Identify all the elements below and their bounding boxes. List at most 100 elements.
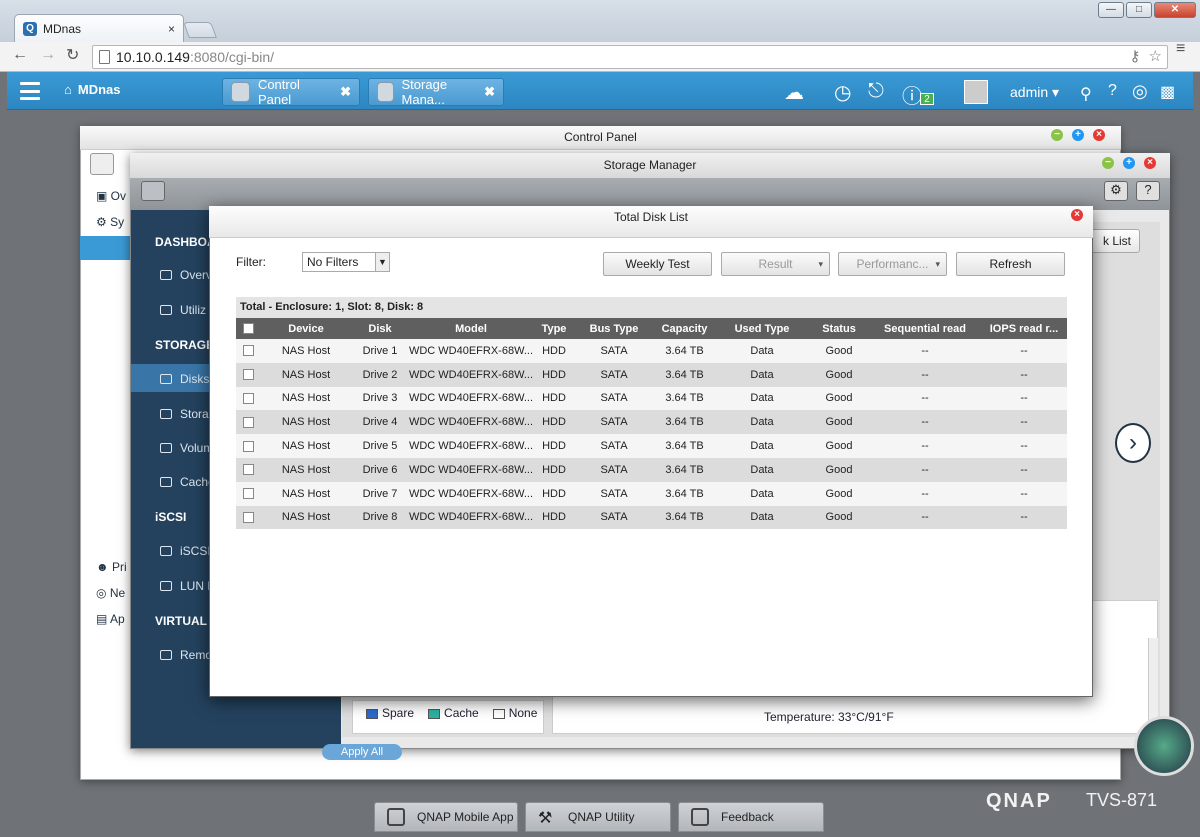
col-status[interactable]: Status — [809, 318, 869, 339]
table-cell: WDC WD40EFRX-68W... — [408, 362, 534, 387]
result-button[interactable]: Result ▾ — [721, 252, 830, 276]
back-icon[interactable]: ← — [12, 46, 28, 64]
performance-button[interactable]: Performanc... ▾ — [838, 252, 947, 276]
cloud-icon[interactable]: ☁ — [784, 80, 804, 105]
col-capacity[interactable]: Capacity — [654, 318, 715, 339]
row-checkbox[interactable] — [236, 339, 260, 363]
bookmark-star-icon[interactable]: ☆ — [1149, 47, 1162, 65]
weekly-test-button[interactable]: Weekly Test — [603, 252, 712, 276]
dialog-close-icon[interactable]: × — [1071, 209, 1083, 221]
cp-item-privilege[interactable]: ☻ Pri — [96, 560, 127, 574]
table-cell: -- — [869, 386, 981, 411]
col-device[interactable]: Device — [260, 318, 352, 339]
close-icon[interactable]: × — [1144, 157, 1156, 169]
dock-feedback[interactable]: Feedback — [678, 802, 824, 832]
avatar[interactable] — [964, 80, 988, 104]
table-row[interactable]: NAS Host Drive 5 WDC WD40EFRX-68W... HDD SAT… — [236, 434, 1067, 458]
key-icon[interactable]: ⚷ — [1130, 47, 1141, 65]
table-cell: SATA — [574, 410, 654, 435]
maximize-button[interactable]: □ — [1126, 2, 1152, 18]
sm-item-cache[interactable]: Cache — [160, 475, 215, 489]
tab-close-icon[interactable]: ✖ — [340, 84, 351, 100]
help-icon[interactable]: ? — [1136, 181, 1160, 201]
background-task-icon[interactable]: ◷ — [834, 80, 851, 105]
apply-all-button[interactable]: Apply All — [322, 744, 402, 760]
sm-item-volumes[interactable]: Volum — [160, 441, 213, 455]
table-row[interactable]: NAS Host Drive 4 WDC WD40EFRX-68W... HDD SAT… — [236, 410, 1067, 435]
close-window-button[interactable]: ✕ — [1154, 2, 1196, 18]
help-icon[interactable]: ? — [1108, 82, 1117, 100]
tab-storage-manager[interactable]: Storage Mana... ✖ — [368, 77, 504, 107]
filter-select[interactable]: No Filters ▼ — [302, 252, 390, 272]
chevron-down-icon: ▾ — [935, 259, 940, 269]
language-icon[interactable]: ◎ — [1132, 81, 1148, 102]
dock-qnap-utility[interactable]: ⚒ QNAP Utility — [525, 802, 671, 832]
refresh-button[interactable]: Refresh — [956, 252, 1065, 276]
sm-item-utilization[interactable]: Utiliz — [160, 303, 206, 317]
total-disk-list-button[interactable]: k List — [1085, 229, 1140, 253]
reload-icon[interactable]: ↻ — [66, 45, 79, 65]
user-menu[interactable]: admin ▾ — [1010, 84, 1059, 101]
external-device-icon[interactable]: ⎋ — [868, 80, 884, 103]
tab-close-icon[interactable]: ✖ — [484, 84, 495, 100]
table-row[interactable]: NAS Host Drive 1 WDC WD40EFRX-68W... HDD SAT… — [236, 339, 1067, 363]
row-checkbox[interactable] — [236, 410, 260, 435]
sm-sidebar-toggle-icon[interactable] — [141, 181, 165, 201]
tab-close-icon[interactable]: × — [168, 22, 175, 36]
settings-icon[interactable]: ⚙ — [1104, 181, 1128, 201]
sm-item-iscsi[interactable]: iSCSI — [160, 544, 211, 558]
row-checkbox[interactable] — [236, 362, 260, 387]
table-row[interactable]: NAS Host Drive 2 WDC WD40EFRX-68W... HDD SAT… — [236, 362, 1067, 387]
row-checkbox[interactable] — [236, 481, 260, 506]
maximize-icon[interactable]: + — [1072, 129, 1084, 141]
close-icon[interactable]: × — [1093, 129, 1105, 141]
row-checkbox[interactable] — [236, 505, 260, 530]
col-model[interactable]: Model — [408, 318, 534, 339]
browser-menu-icon[interactable]: ≡ — [1176, 41, 1190, 57]
table-cell: 3.64 TB — [654, 339, 715, 363]
table-cell: SATA — [574, 434, 654, 458]
minimize-icon[interactable]: − — [1051, 129, 1063, 141]
cp-item-applications[interactable]: ▤ Ap — [96, 612, 125, 626]
col-used-type[interactable]: Used Type — [715, 318, 809, 339]
next-enclosure-chevron-icon[interactable]: › — [1115, 423, 1151, 463]
dashboard-icon[interactable]: ▩ — [1160, 82, 1175, 102]
sm-item-lun[interactable]: LUN E — [160, 579, 215, 593]
sm-item-overview[interactable]: Overv — [160, 268, 212, 282]
browser-tab[interactable]: Q MDnas × — [14, 14, 184, 42]
sm-item-storage[interactable]: Stora — [160, 407, 209, 421]
table-row[interactable]: NAS Host Drive 7 WDC WD40EFRX-68W... HDD SAT… — [236, 481, 1067, 506]
col-type[interactable]: Type — [534, 318, 574, 339]
cp-item-overview[interactable]: ▣ Ov — [96, 189, 126, 203]
minimize-icon[interactable]: − — [1102, 157, 1114, 169]
col-iops-read[interactable]: IOPS read r... — [981, 318, 1067, 339]
tab-control-panel[interactable]: Control Panel ✖ — [222, 77, 360, 107]
main-menu-icon[interactable] — [20, 82, 40, 100]
home-button[interactable]: ⌂ MDnas — [64, 82, 120, 97]
col-bus-type[interactable]: Bus Type — [574, 318, 654, 339]
table-row[interactable]: NAS Host Drive 6 WDC WD40EFRX-68W... HDD SAT… — [236, 457, 1067, 482]
select-all-checkbox[interactable] — [236, 318, 260, 339]
notification-icon[interactable]: ⓘ — [902, 80, 922, 109]
cp-item-system[interactable]: ⚙ Sy — [96, 215, 124, 229]
minimize-button[interactable]: — — [1098, 2, 1124, 18]
search-icon[interactable]: ⚲ — [1080, 84, 1092, 104]
dock-mobile-app[interactable]: QNAP Mobile App — [374, 802, 518, 832]
sm-item-disks[interactable]: Disks — [160, 372, 209, 386]
new-tab-button[interactable] — [183, 22, 217, 38]
tab-label: Storage Mana... — [401, 77, 448, 107]
table-row[interactable]: NAS Host Drive 3 WDC WD40EFRX-68W... HDD SAT… — [236, 386, 1067, 411]
maximize-icon[interactable]: + — [1123, 157, 1135, 169]
row-checkbox[interactable] — [236, 457, 260, 482]
forward-icon[interactable]: → — [40, 46, 56, 64]
cp-sidebar-toggle-icon[interactable] — [90, 153, 114, 175]
row-checkbox[interactable] — [236, 386, 260, 411]
col-disk[interactable]: Disk — [352, 318, 408, 339]
cp-item-network[interactable]: ◎ Ne — [96, 586, 125, 600]
dashboard-dial-icon[interactable] — [1134, 716, 1194, 776]
row-checkbox[interactable] — [236, 434, 260, 458]
table-row[interactable]: NAS Host Drive 8 WDC WD40EFRX-68W... HDD SAT… — [236, 505, 1067, 530]
sm-item-remote[interactable]: Remo — [160, 648, 212, 662]
url-input[interactable]: 10.10.0.149:8080/cgi-bin/ — [92, 45, 1168, 69]
col-sequential-read[interactable]: Sequential read — [869, 318, 981, 339]
